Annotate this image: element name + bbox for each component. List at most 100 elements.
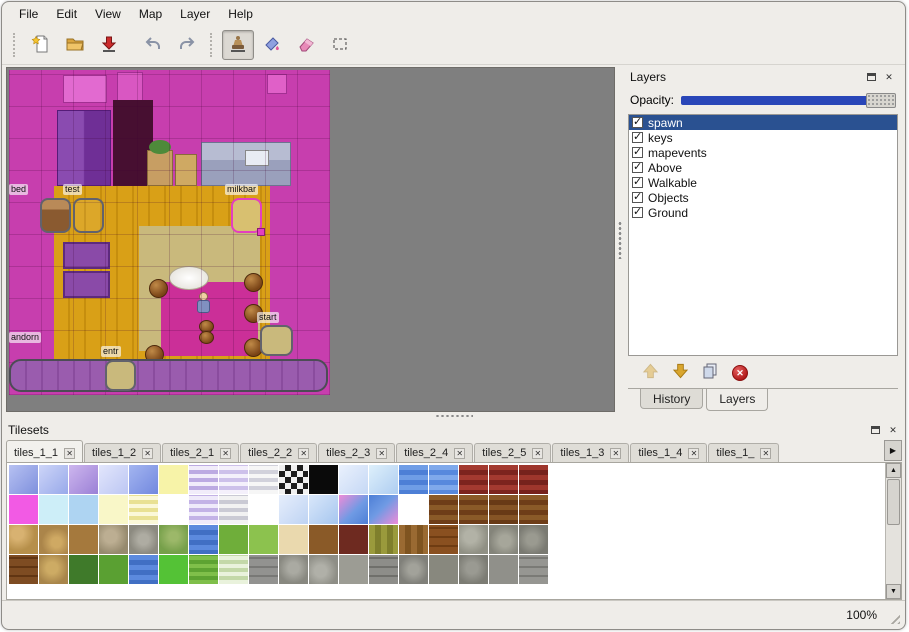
- tileset-tile[interactable]: [249, 495, 278, 524]
- tileset-tile[interactable]: [249, 465, 278, 494]
- tileset-scrollbar[interactable]: ▲ ▼: [885, 463, 901, 599]
- tileset-tile[interactable]: [309, 525, 338, 554]
- tileset-tile[interactable]: [9, 465, 38, 494]
- tileset-tile[interactable]: [309, 555, 338, 584]
- scroll-down-button[interactable]: ▼: [886, 584, 901, 599]
- opacity-slider-handle[interactable]: [866, 93, 896, 108]
- close-panel-button[interactable]: ✕: [886, 424, 900, 437]
- tab-scroll-right-button[interactable]: ▶: [884, 440, 902, 461]
- tileset-tile[interactable]: [429, 465, 458, 494]
- tileset-tile[interactable]: [459, 465, 488, 494]
- map-content[interactable]: bed test milkbar start andorn entr: [9, 70, 330, 395]
- layer-visible-checkbox[interactable]: [632, 147, 643, 158]
- menu-map[interactable]: Map: [130, 4, 171, 24]
- tileset-tile[interactable]: [249, 525, 278, 554]
- delete-layer-button[interactable]: ✕: [732, 365, 748, 381]
- close-tab-icon[interactable]: ✕: [220, 448, 231, 459]
- tileset-tile[interactable]: [129, 465, 158, 494]
- layer-visible-checkbox[interactable]: [632, 132, 643, 143]
- tileset-tab-1[interactable]: tiles_1_1 ✕: [6, 440, 83, 463]
- tileset-tile[interactable]: [519, 495, 548, 524]
- tileset-tile[interactable]: [459, 495, 488, 524]
- tileset-tab-5[interactable]: tiles_2_3 ✕: [318, 443, 395, 462]
- layer-row-walkable[interactable]: Walkable: [629, 175, 897, 190]
- menu-layer[interactable]: Layer: [171, 4, 219, 24]
- tileset-tile[interactable]: [69, 555, 98, 584]
- close-tab-icon[interactable]: ✕: [454, 448, 465, 459]
- tileset-tile[interactable]: [399, 525, 428, 554]
- close-panel-button[interactable]: ✕: [882, 71, 896, 84]
- close-tab-icon[interactable]: ✕: [142, 448, 153, 459]
- tileset-tile[interactable]: [159, 495, 188, 524]
- layer-row-mapevents[interactable]: mapevents: [629, 145, 897, 160]
- tileset-tile[interactable]: [339, 495, 368, 524]
- tileset-tile[interactable]: [39, 495, 68, 524]
- tileset-tile[interactable]: [39, 525, 68, 554]
- tab-history[interactable]: History: [640, 389, 703, 409]
- tileset-tile[interactable]: [99, 525, 128, 554]
- tileset-tab-2[interactable]: tiles_1_2 ✕: [84, 443, 161, 462]
- horizontal-splitter[interactable]: [2, 412, 905, 420]
- tileset-tile[interactable]: [279, 465, 308, 494]
- fill-tool-button[interactable]: [256, 30, 288, 60]
- menu-file[interactable]: File: [10, 4, 47, 24]
- tileset-tile[interactable]: [399, 555, 428, 584]
- float-panel-button[interactable]: [864, 71, 878, 84]
- toolbar-drag-handle-2[interactable]: [210, 33, 215, 57]
- opacity-slider[interactable]: [681, 92, 896, 108]
- layer-row-ground[interactable]: Ground: [629, 205, 897, 220]
- tab-layers[interactable]: Layers: [706, 389, 768, 411]
- raise-layer-button[interactable]: [642, 363, 659, 384]
- map-object-test[interactable]: [73, 198, 104, 233]
- tileset-tile[interactable]: [39, 555, 68, 584]
- tileset-tile[interactable]: [459, 555, 488, 584]
- tileset-tile[interactable]: [489, 495, 518, 524]
- layer-visible-checkbox[interactable]: [632, 192, 643, 203]
- tileset-tile[interactable]: [399, 465, 428, 494]
- tileset-tile[interactable]: [189, 465, 218, 494]
- tileset-tab-7[interactable]: tiles_2_5 ✕: [474, 443, 551, 462]
- layer-visible-checkbox[interactable]: [632, 162, 643, 173]
- tileset-tile[interactable]: [429, 495, 458, 524]
- vertical-splitter[interactable]: [615, 67, 624, 412]
- tileset-tile[interactable]: [369, 495, 398, 524]
- tileset-tile[interactable]: [69, 525, 98, 554]
- map-object-start[interactable]: [260, 325, 293, 356]
- open-map-button[interactable]: [59, 30, 91, 60]
- tileset-tab-9[interactable]: tiles_1_4 ✕: [630, 443, 707, 462]
- undo-button[interactable]: [137, 30, 169, 60]
- tileset-tile[interactable]: [189, 495, 218, 524]
- tileset-tile[interactable]: [489, 525, 518, 554]
- map-object-andorn[interactable]: [9, 359, 328, 392]
- tileset-tile[interactable]: [339, 525, 368, 554]
- tileset-tile[interactable]: [159, 465, 188, 494]
- tileset-tile[interactable]: [189, 525, 218, 554]
- map-object-bed[interactable]: [40, 198, 71, 233]
- tileset-tile[interactable]: [219, 465, 248, 494]
- duplicate-layer-button[interactable]: [702, 363, 719, 384]
- layer-row-spawn[interactable]: spawn: [629, 115, 897, 130]
- menu-view[interactable]: View: [86, 4, 130, 24]
- tileset-tile[interactable]: [129, 555, 158, 584]
- tileset-tab-10[interactable]: tiles_1_ ✕: [708, 443, 779, 462]
- menu-edit[interactable]: Edit: [47, 4, 86, 24]
- tileset-tile[interactable]: [219, 555, 248, 584]
- tileset-tile[interactable]: [519, 465, 548, 494]
- tileset-tab-8[interactable]: tiles_1_3 ✕: [552, 443, 629, 462]
- tileset-tile[interactable]: [309, 495, 338, 524]
- menu-help[interactable]: Help: [219, 4, 262, 24]
- tileset-tile[interactable]: [369, 525, 398, 554]
- layer-visible-checkbox[interactable]: [632, 207, 643, 218]
- tileset-tile[interactable]: [9, 525, 38, 554]
- tileset-tile[interactable]: [219, 495, 248, 524]
- layer-row-keys[interactable]: keys: [629, 130, 897, 145]
- tileset-tile[interactable]: [99, 495, 128, 524]
- close-tab-icon[interactable]: ✕: [688, 448, 699, 459]
- save-map-button[interactable]: [93, 30, 125, 60]
- resize-grip[interactable]: [887, 611, 900, 624]
- stamp-tool-button[interactable]: [222, 30, 254, 60]
- tileset-tile[interactable]: [279, 495, 308, 524]
- tileset-tile[interactable]: [279, 555, 308, 584]
- tileset-tile[interactable]: [249, 555, 278, 584]
- toolbar-drag-handle[interactable]: [13, 33, 18, 57]
